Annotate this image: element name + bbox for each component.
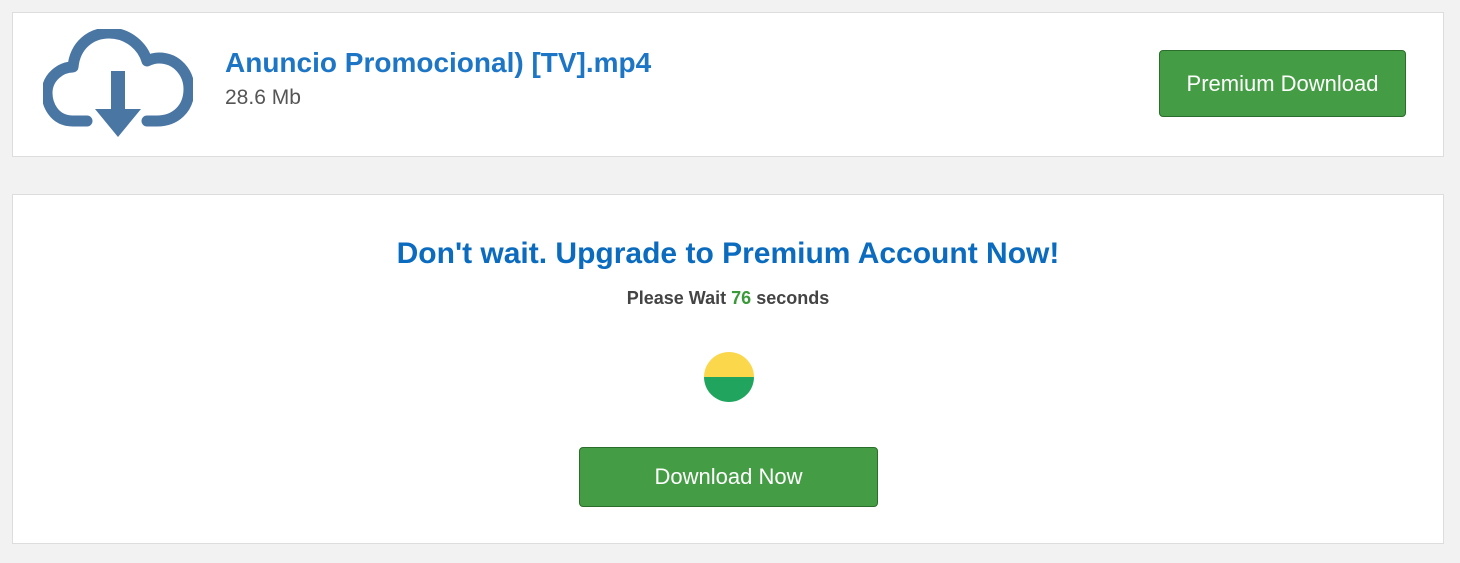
- wait-prefix: Please Wait: [626, 288, 727, 308]
- upgrade-headline: Don't wait. Upgrade to Premium Account N…: [396, 237, 1060, 270]
- file-size: 28.6 Mb: [225, 86, 301, 109]
- countdown-seconds: 76: [731, 288, 752, 308]
- file-info-card: Anuncio Promocional) [TV].mp4 28.6 Mb Pr…: [12, 12, 1444, 157]
- file-name-link[interactable]: Anuncio Promocional) [TV].mp4: [225, 47, 651, 79]
- wait-card: Don't wait. Upgrade to Premium Account N…: [12, 194, 1444, 544]
- premium-download-button[interactable]: Premium Download: [1159, 50, 1406, 117]
- wait-message: Please Wait 76 seconds: [13, 288, 1443, 309]
- download-now-button[interactable]: Download Now: [579, 447, 878, 507]
- wait-suffix: seconds: [756, 288, 830, 308]
- loading-spinner-icon: [704, 352, 754, 402]
- cloud-download-icon: [43, 29, 193, 137]
